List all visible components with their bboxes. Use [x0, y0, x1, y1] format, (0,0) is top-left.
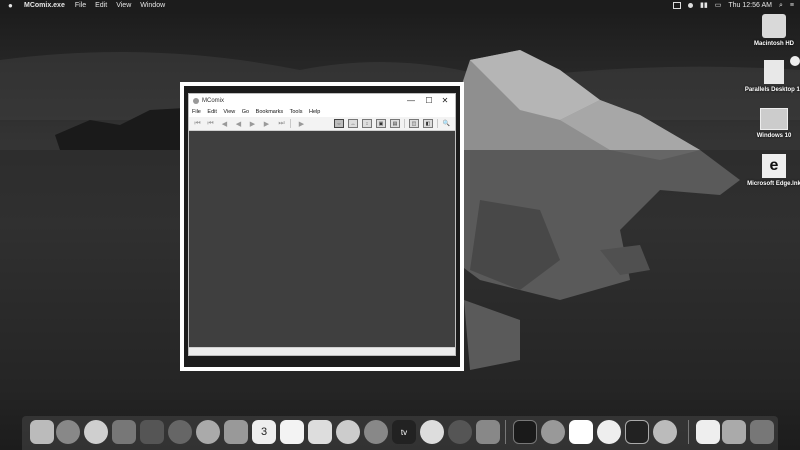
manga-mode-icon[interactable]: ◧: [423, 119, 433, 128]
window-menu-bar: File Edit View Go Bookmarks Tools Help: [189, 108, 455, 117]
menu-go[interactable]: Go: [242, 109, 249, 115]
first-archive-icon[interactable]: ⏮: [206, 119, 215, 128]
trash-icon[interactable]: [750, 420, 774, 444]
next-page-icon[interactable]: ▶: [248, 119, 257, 128]
app-store-icon[interactable]: [448, 420, 472, 444]
menu-view[interactable]: View: [116, 0, 131, 11]
search-icon[interactable]: ⌕: [779, 0, 783, 11]
toolbar: ⏮ ⏮ ◀ ◀ ▶ ▶ ⏭ ▶ ⇔ ↔ ↕ ▣ ▤ ◫ ◧ 🔍: [189, 117, 455, 131]
dock-separator: [505, 420, 506, 444]
window-title-bar[interactable]: MComix — ☐ ✕: [189, 94, 455, 108]
dock-separator: [688, 420, 689, 444]
finder-icon[interactable]: [30, 420, 54, 444]
previous-page-icon[interactable]: ◀: [234, 119, 243, 128]
blank-app-icon[interactable]: [569, 420, 593, 444]
launchpad-icon[interactable]: [56, 420, 80, 444]
notes-icon[interactable]: [308, 420, 332, 444]
menu-file[interactable]: File: [75, 0, 86, 11]
battery-icon[interactable]: ▮▮: [700, 0, 708, 11]
manual-zoom-icon[interactable]: ▣: [376, 119, 386, 128]
desktop-icon-windows-10[interactable]: Windows 10: [739, 108, 800, 140]
control-center-icon[interactable]: ≡: [790, 0, 794, 11]
music-icon[interactable]: [336, 420, 360, 444]
menu-view[interactable]: View: [223, 109, 235, 115]
menu-bookmarks[interactable]: Bookmarks: [256, 109, 284, 115]
reminders-icon[interactable]: [280, 420, 304, 444]
maximize-button[interactable]: ☐: [421, 94, 437, 108]
desktop-icon-parallels[interactable]: Parallels Desktop 15: [739, 60, 800, 94]
toolbar-separator: [404, 119, 405, 128]
macos-menu-bar: ● MComix.exe File Edit View Window ▮▮ ▭ …: [0, 0, 800, 11]
desktop-icon-macintosh-hd[interactable]: Macintosh HD: [739, 14, 800, 48]
image-viewer-area[interactable]: [189, 131, 455, 349]
contacts-icon[interactable]: [224, 420, 248, 444]
next-archive-icon[interactable]: ▶: [262, 119, 271, 128]
first-page-icon[interactable]: ⏮: [193, 119, 202, 128]
menu-edit[interactable]: Edit: [95, 0, 107, 11]
fit-height-icon[interactable]: ↕: [362, 119, 372, 128]
parallels-icon[interactable]: [653, 420, 677, 444]
facetime-icon[interactable]: [140, 420, 164, 444]
folder-icon[interactable]: [722, 420, 746, 444]
fit-size-icon[interactable]: ▤: [390, 119, 400, 128]
calendar-icon[interactable]: 3: [252, 420, 276, 444]
hard-drive-icon: [762, 14, 786, 38]
status-bar: [189, 347, 455, 355]
close-button[interactable]: ✕: [437, 94, 453, 108]
mcomix-window: MComix — ☐ ✕ File Edit View Go Bookmarks…: [188, 93, 456, 356]
last-page-icon[interactable]: ⏭: [277, 119, 286, 128]
toolbar-separator: [437, 119, 438, 128]
fit-width-icon[interactable]: ↔: [348, 119, 358, 128]
messages-icon[interactable]: [168, 420, 192, 444]
menu-tools[interactable]: Tools: [290, 109, 303, 115]
menu-file[interactable]: File: [192, 109, 201, 115]
maps-icon[interactable]: [196, 420, 220, 444]
document-icon[interactable]: [696, 420, 720, 444]
system-preferences-icon[interactable]: [476, 420, 500, 444]
menu-edit[interactable]: Edit: [207, 109, 216, 115]
edge-icon: e: [762, 154, 786, 178]
textedit-icon[interactable]: [597, 420, 621, 444]
minimize-button[interactable]: —: [403, 94, 419, 108]
menu-window[interactable]: Window: [140, 0, 165, 11]
desktop-icon-edge[interactable]: e Microsoft Edge.lnk: [739, 154, 800, 188]
zoom-icon[interactable]: 🔍: [442, 119, 451, 128]
desktop-icon-label: Parallels Desktop 15: [744, 87, 800, 93]
menu-app-name[interactable]: MComix.exe: [24, 0, 65, 11]
parallels-status-icon[interactable]: [673, 2, 682, 9]
clock-text[interactable]: Thu 12:56 AM: [728, 0, 772, 11]
terminal-icon[interactable]: [513, 420, 537, 444]
safari-icon[interactable]: [84, 420, 108, 444]
podcasts-icon[interactable]: [364, 420, 388, 444]
desktop-icon-label: Windows 10: [756, 133, 792, 139]
windows-icon[interactable]: [625, 420, 649, 444]
mcomix-app-icon: [193, 98, 199, 104]
news-icon[interactable]: [420, 420, 444, 444]
notification-badge: [790, 56, 800, 66]
double-page-icon[interactable]: ◫: [409, 119, 419, 128]
photo-booth-icon[interactable]: [112, 420, 136, 444]
previous-archive-icon[interactable]: ◀: [220, 119, 229, 128]
window-title: MComix: [202, 98, 224, 104]
screen-mirroring-icon[interactable]: ▭: [715, 0, 722, 11]
desktop-icon-label: Microsoft Edge.lnk: [747, 181, 800, 187]
apple-menu-icon[interactable]: ●: [8, 0, 16, 11]
tv-icon[interactable]: tv: [392, 420, 416, 444]
best-fit-mode-icon[interactable]: ⇔: [334, 119, 344, 128]
menu-extras: ▮▮ ▭ Thu 12:56 AM ⌕ ≡: [666, 0, 794, 11]
toolbar-separator: [290, 119, 291, 128]
menu-help[interactable]: Help: [309, 109, 320, 115]
record-icon[interactable]: [688, 3, 694, 8]
chrome-icon[interactable]: [541, 420, 565, 444]
desktop-icon-label: Macintosh HD: [753, 41, 794, 47]
windows-vm-icon: [760, 108, 788, 130]
parallels-icon: [764, 60, 784, 84]
slideshow-icon[interactable]: ▶: [297, 119, 306, 128]
